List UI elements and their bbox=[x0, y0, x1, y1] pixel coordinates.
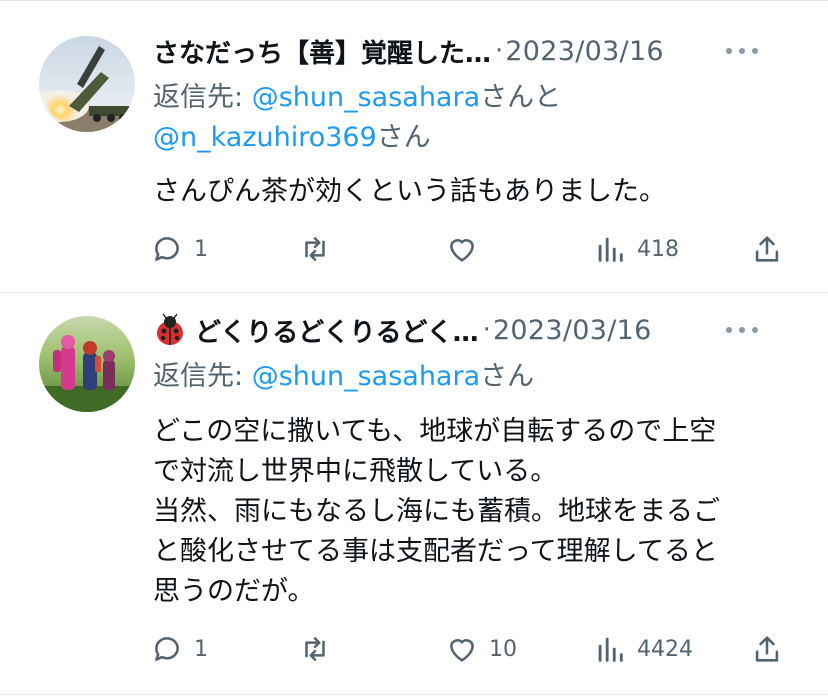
reply-prefix: 返信先: bbox=[153, 361, 252, 392]
retweet-button[interactable] bbox=[298, 629, 342, 669]
timestamp[interactable]: 2023/03/16 bbox=[505, 36, 664, 67]
tweet-header: さなだっち【善】覚醒した… · 2023/03/16 bbox=[153, 31, 798, 71]
views-button[interactable]: 418 bbox=[593, 229, 679, 269]
reply-count: 1 bbox=[194, 236, 208, 262]
reply-handle-link[interactable]: @n_kazuhiro369 bbox=[153, 122, 377, 153]
views-count: 418 bbox=[637, 236, 679, 262]
tweet-header: どくりるどくりるどく… · 2023/03/16 bbox=[153, 310, 798, 350]
tweet-text: さんぴん茶が効くという話もありました。 bbox=[153, 172, 793, 212]
reply-handle-link[interactable]: @shun_sasahara bbox=[252, 361, 480, 392]
avatar[interactable] bbox=[39, 316, 135, 412]
reply-context: 返信先: @shun_sasaharaさんと @n_kazuhiro369さん bbox=[153, 78, 798, 158]
reply-handle-link[interactable]: @shun_sasahara bbox=[252, 82, 480, 113]
share-icon bbox=[755, 636, 779, 662]
display-name[interactable]: さなだっち【善】覚醒した… bbox=[153, 33, 491, 70]
views-button[interactable]: 4424 bbox=[593, 629, 693, 669]
heart-icon bbox=[450, 639, 474, 662]
text-line: どこの空に撒いても、地球が自転するので上空 bbox=[153, 416, 717, 447]
bottom-divider bbox=[0, 694, 828, 695]
rocket-launch-avatar-image bbox=[39, 36, 135, 132]
text-line: と酸化させてる事は支配者だって理解してると bbox=[153, 536, 718, 567]
text-line: 当然、雨にもなるし海にも蓄積。地球をまるご bbox=[153, 496, 720, 527]
like-button[interactable]: 10 bbox=[445, 629, 517, 669]
share-button[interactable] bbox=[750, 629, 784, 669]
text-line: さんぴん茶が効くという話もありました。 bbox=[153, 176, 666, 207]
tweet-1[interactable]: さなだっち【善】覚醒した… · 2023/03/16 返信先: @shun_sa… bbox=[0, 0, 828, 292]
views-chart-icon bbox=[598, 237, 623, 262]
avatar[interactable] bbox=[39, 36, 135, 132]
reply-button[interactable]: 1 bbox=[150, 229, 208, 269]
text-line: で対流し世界中に飛散している。 bbox=[153, 456, 558, 487]
retweet-icon bbox=[305, 237, 325, 261]
tweet-2[interactable]: どくりるどくりるどく… · 2023/03/16 返信先: @shun_sasa… bbox=[0, 293, 828, 697]
reply-context: 返信先: @shun_sasaharaさん bbox=[153, 357, 798, 397]
reply-prefix: 返信先: bbox=[153, 82, 252, 113]
heart-icon bbox=[450, 239, 474, 262]
tweet-feed: さなだっち【善】覚醒した… · 2023/03/16 返信先: @shun_sa… bbox=[0, 0, 828, 697]
timestamp[interactable]: 2023/03/16 bbox=[493, 315, 652, 346]
share-icon bbox=[755, 236, 779, 262]
reply-icon bbox=[155, 637, 179, 661]
display-name[interactable]: どくりるどくりるどく… bbox=[195, 312, 479, 349]
action-bar: 1 10 4424 bbox=[150, 629, 788, 669]
like-button[interactable] bbox=[445, 229, 489, 269]
figures-avatar-image bbox=[39, 316, 135, 412]
ladybug-icon bbox=[157, 313, 183, 345]
more-options-icon[interactable] bbox=[726, 46, 758, 56]
views-chart-icon bbox=[598, 637, 623, 662]
action-bar: 1 418 bbox=[150, 229, 788, 269]
separator-dot: · bbox=[482, 315, 491, 345]
retweet-button[interactable] bbox=[298, 229, 342, 269]
like-count: 10 bbox=[489, 636, 517, 662]
more-options-icon[interactable] bbox=[726, 325, 758, 335]
reply-icon bbox=[155, 237, 179, 261]
reply-suffix: さん bbox=[376, 122, 431, 153]
separator-dot: · bbox=[495, 36, 504, 66]
reply-button[interactable]: 1 bbox=[150, 629, 208, 669]
views-count: 4424 bbox=[637, 636, 693, 662]
text-line: 思うのだが。 bbox=[153, 576, 315, 607]
reply-count: 1 bbox=[194, 636, 208, 662]
share-button[interactable] bbox=[750, 229, 784, 269]
retweet-icon bbox=[305, 637, 325, 661]
tweet-text: どこの空に撒いても、地球が自転するので上空 で対流し世界中に飛散している。 当然… bbox=[153, 412, 793, 612]
reply-suffix: さん bbox=[480, 361, 535, 392]
reply-joiner: さんと bbox=[480, 82, 562, 113]
